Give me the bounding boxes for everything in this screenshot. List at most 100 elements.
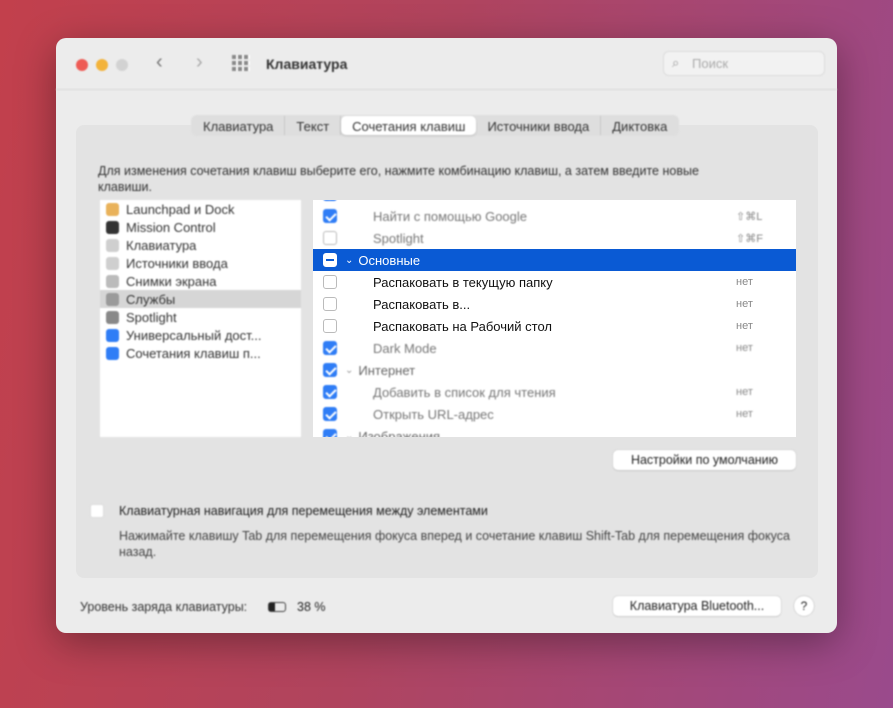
checkbox[interactable] bbox=[323, 341, 337, 355]
keyboard-nav-checkbox[interactable] bbox=[90, 504, 104, 518]
category-icon bbox=[106, 256, 119, 270]
shortcut-row[interactable]: Распаковать на Рабочий стол нет bbox=[313, 315, 796, 337]
shortcut-list[interactable]: Найти с помощью Google ⇧⌘L Spotlight ⇧⌘F ⌄ Ос… bbox=[313, 200, 796, 437]
checkbox[interactable] bbox=[323, 231, 337, 245]
keyboard-nav-hint: Нажимайте клавишу Tab для перемещения фо… bbox=[119, 529, 790, 559]
keyboard-nav-label: Клавиатурная навигация для перемещения м… bbox=[119, 504, 488, 518]
description: Для изменения сочетания клавиш выберите … bbox=[98, 164, 699, 194]
category-icon bbox=[106, 310, 119, 324]
category-icon bbox=[106, 328, 119, 342]
category-icon bbox=[106, 220, 119, 234]
shortcut-label: Найти с помощью Google bbox=[373, 208, 528, 224]
category-icon bbox=[106, 238, 119, 252]
disclosure-chevron-icon[interactable]: ⌄ bbox=[345, 431, 353, 438]
category-list[interactable]: Launchpad и Dock Mission Control Клавиатур… bbox=[100, 200, 301, 437]
shortcut-label: Открыть URL-адрес bbox=[373, 406, 494, 422]
checkbox[interactable] bbox=[323, 385, 337, 399]
category-label: Источники ввода bbox=[126, 255, 228, 271]
category-icon bbox=[106, 292, 119, 306]
shortcut-label: Spotlight bbox=[373, 230, 424, 246]
forward-icon[interactable]: › bbox=[196, 51, 203, 74]
minimize-button[interactable] bbox=[96, 59, 108, 71]
close-button[interactable] bbox=[76, 59, 88, 71]
group-label: Интернет bbox=[358, 362, 416, 378]
search-placeholder: Поиск bbox=[692, 56, 729, 71]
group-label: Основные bbox=[358, 252, 421, 268]
checkbox[interactable] bbox=[323, 407, 337, 421]
category-item[interactable]: Службы bbox=[100, 290, 301, 308]
battery-label: Уровень заряда клавиатуры: bbox=[80, 600, 248, 614]
category-label: Клавиатура bbox=[126, 237, 197, 253]
category-icon bbox=[106, 274, 119, 288]
shortcut-key[interactable]: ⇧⌘L bbox=[736, 210, 796, 223]
shortcut-label: Распаковать на Рабочий стол bbox=[373, 318, 552, 334]
disclosure-chevron-icon[interactable]: ⌄ bbox=[345, 255, 353, 266]
category-item[interactable]: Клавиатура bbox=[100, 236, 301, 254]
title-bar: ‹ › Клавиатура ⌕ Поиск bbox=[56, 38, 837, 90]
category-item[interactable]: Сочетания клавиш п... bbox=[100, 344, 301, 362]
tab-3[interactable]: Источники ввода bbox=[476, 116, 602, 135]
shortcut-label: Распаковать в текущую папку bbox=[373, 274, 553, 290]
shortcut-key[interactable]: нет bbox=[736, 276, 796, 288]
tab-2[interactable]: Сочетания клавиш bbox=[341, 116, 477, 135]
shortcut-group-row[interactable]: ⌄ Изображения bbox=[313, 425, 796, 437]
shortcut-key[interactable]: нет bbox=[736, 408, 796, 420]
search-input[interactable]: ⌕ Поиск bbox=[663, 51, 825, 76]
category-icon bbox=[106, 346, 119, 360]
tab-1[interactable]: Текст bbox=[285, 116, 342, 135]
shortcut-group-row[interactable]: ⌄ Основные bbox=[313, 249, 796, 271]
shortcut-key[interactable]: ⇧⌘F bbox=[736, 232, 796, 245]
shortcut-key[interactable]: нет bbox=[736, 342, 796, 354]
category-label: Службы bbox=[126, 291, 176, 307]
shortcut-row[interactable]: Распаковать в... нет bbox=[313, 293, 796, 315]
category-item[interactable]: Mission Control bbox=[100, 218, 301, 236]
shortcut-row[interactable]: Dark Mode нет bbox=[313, 337, 796, 359]
category-item[interactable]: Источники ввода bbox=[100, 254, 301, 272]
keyboard-preferences-window: ‹ › Клавиатура ⌕ Поиск Клавиатура Текст Со… bbox=[56, 38, 837, 633]
group-label: Изображения bbox=[358, 428, 441, 438]
category-label: Снимки экрана bbox=[126, 273, 217, 289]
window-title: Клавиатура bbox=[266, 56, 348, 72]
shortcut-label: Dark Mode bbox=[373, 340, 437, 356]
disclosure-chevron-icon[interactable]: ⌄ bbox=[345, 365, 353, 376]
battery-value: 38 % bbox=[297, 600, 326, 614]
category-icon bbox=[106, 202, 119, 216]
restore-defaults-button[interactable]: Настройки по умолчанию bbox=[613, 450, 796, 470]
shortcut-key[interactable]: нет bbox=[736, 298, 796, 310]
shortcut-row[interactable]: Добавить в список для чтения нет bbox=[313, 381, 796, 403]
checkbox[interactable] bbox=[323, 200, 337, 201]
checkbox[interactable] bbox=[323, 429, 337, 437]
shortcut-group-row[interactable]: ⌄ Интернет bbox=[313, 359, 796, 381]
shortcut-row[interactable]: Распаковать в текущую папку нет bbox=[313, 271, 796, 293]
category-item[interactable]: Launchpad и Dock bbox=[100, 200, 301, 218]
category-item[interactable]: Универсальный дост... bbox=[100, 326, 301, 344]
shortcut-label: Распаковать в... bbox=[373, 296, 471, 312]
grid-icon[interactable] bbox=[232, 55, 250, 71]
category-label: Универсальный дост... bbox=[126, 327, 262, 343]
zoom-button[interactable] bbox=[116, 59, 128, 71]
checkbox[interactable] bbox=[323, 275, 337, 289]
category-label: Launchpad и Dock bbox=[126, 201, 235, 217]
checkbox[interactable] bbox=[323, 297, 337, 311]
shortcut-key[interactable]: нет bbox=[736, 386, 796, 398]
mixed-checkbox[interactable] bbox=[323, 253, 337, 267]
search-icon: ⌕ bbox=[672, 55, 680, 70]
back-icon[interactable]: ‹ bbox=[156, 51, 163, 74]
category-item[interactable]: Spotlight bbox=[100, 308, 301, 326]
category-label: Сочетания клавиш п... bbox=[126, 345, 261, 361]
category-label: Spotlight bbox=[126, 309, 177, 325]
bluetooth-keyboard-button[interactable]: Клавиатура Bluetooth... bbox=[613, 596, 781, 616]
shortcut-key[interactable]: нет bbox=[736, 320, 796, 332]
shortcut-row[interactable]: Найти с помощью Google ⇧⌘L bbox=[313, 205, 796, 227]
shortcut-row[interactable]: Открыть URL-адрес нет bbox=[313, 403, 796, 425]
checkbox[interactable] bbox=[323, 209, 337, 223]
tab-0[interactable]: Клавиатура bbox=[192, 116, 286, 135]
shortcut-row[interactable]: Spotlight ⇧⌘F bbox=[313, 227, 796, 249]
checkbox[interactable] bbox=[323, 363, 337, 377]
category-item[interactable]: Снимки экрана bbox=[100, 272, 301, 290]
help-button[interactable]: ? bbox=[794, 596, 814, 616]
tab-4[interactable]: Диктовка bbox=[601, 116, 678, 135]
tab-bar: Клавиатура Текст Сочетания клавиш Источники… bbox=[191, 115, 680, 136]
checkbox[interactable] bbox=[323, 319, 337, 333]
category-label: Mission Control bbox=[126, 219, 216, 235]
